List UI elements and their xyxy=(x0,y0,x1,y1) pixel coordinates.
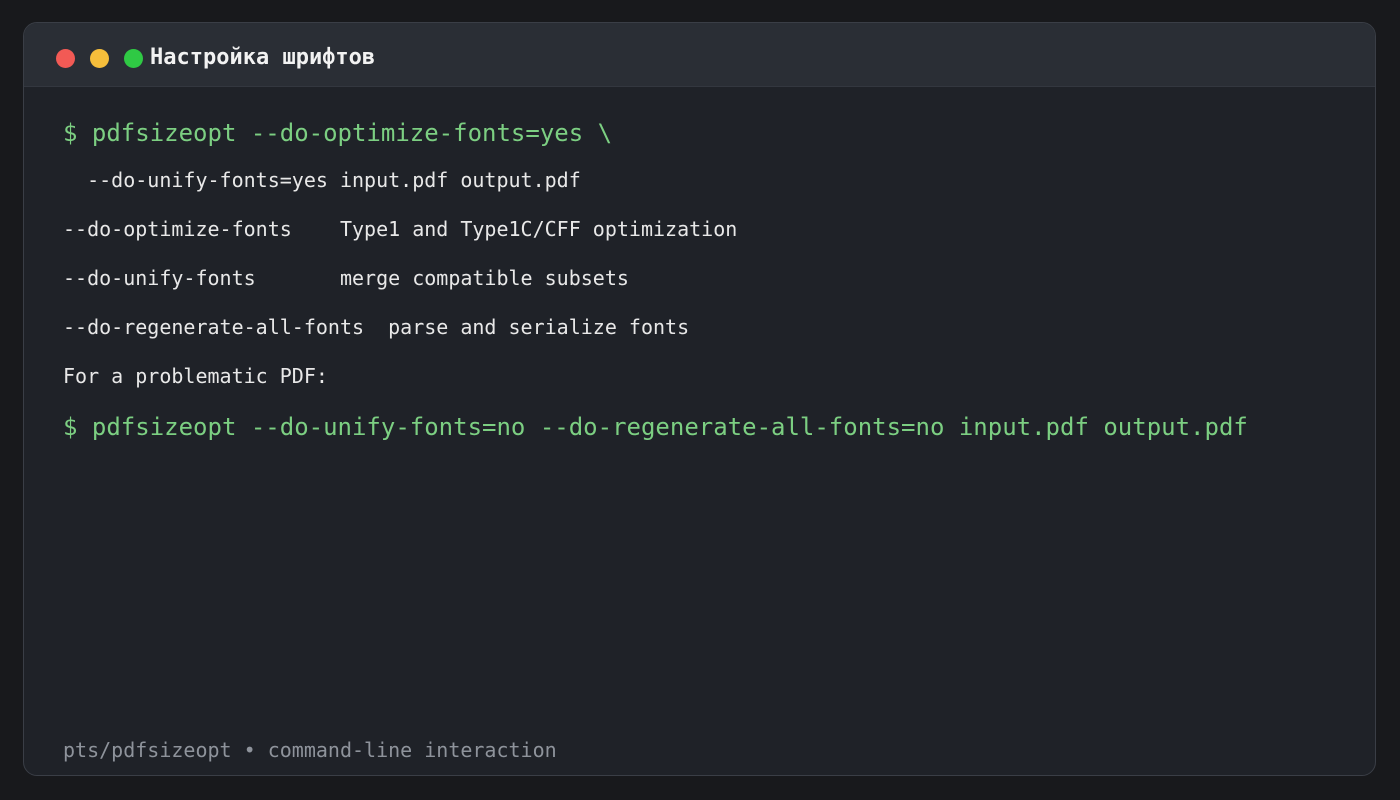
terminal-output-line: For a problematic PDF: xyxy=(63,364,328,388)
terminal-output-line: --do-regenerate-all-fonts parse and seri… xyxy=(63,315,690,339)
close-window-button[interactable] xyxy=(56,49,75,68)
title-bar: Настройка шрифтов xyxy=(24,23,1375,87)
window-title: Настройка шрифтов xyxy=(150,45,376,70)
terminal-output-line: --do-optimize-fonts Type1 and Type1C/CFF… xyxy=(63,217,738,241)
terminal-window: Настройка шрифтов $ pdfsizeopt --do-opti… xyxy=(23,22,1376,776)
minimize-window-button[interactable] xyxy=(90,49,109,68)
terminal-output-line: --do-unify-fonts merge compatible subset… xyxy=(63,266,629,290)
footer-caption: pts/pdfsizeopt • command-line interactio… xyxy=(63,738,557,762)
terminal-command-line: $ pdfsizeopt --do-optimize-fonts=yes \ xyxy=(63,119,613,147)
terminal-output-line: --do-unify-fonts=yes input.pdf output.pd… xyxy=(63,168,581,192)
terminal-command-line: $ pdfsizeopt --do-unify-fonts=no --do-re… xyxy=(63,413,1248,441)
zoom-window-button[interactable] xyxy=(124,49,143,68)
